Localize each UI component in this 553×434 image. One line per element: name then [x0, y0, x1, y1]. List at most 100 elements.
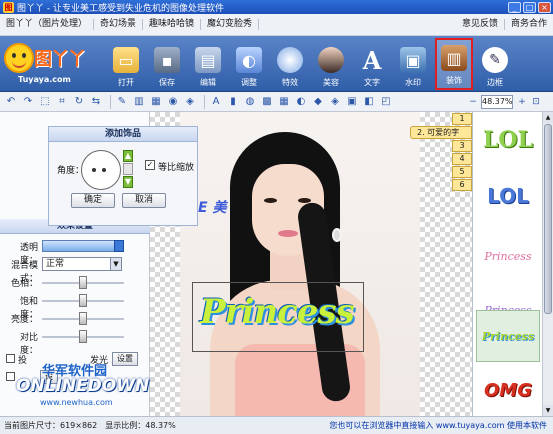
levels-icon[interactable]: ▦ [149, 95, 163, 109]
decoration-item[interactable]: LOL [476, 114, 540, 166]
title-bar: 图 图丫丫 - 让专业美工感受到失业危机的图像处理软件 _ □ × [0, 0, 553, 14]
mosaic-icon[interactable]: ▦ [277, 95, 291, 109]
histogram-icon[interactable]: ▥ [132, 95, 146, 109]
canvas-area[interactable]: E 美 Princess [150, 112, 472, 416]
tool-label: 调整 [241, 78, 257, 87]
adjust-icon: ◐ [236, 47, 262, 73]
app-icon: 图 [3, 1, 14, 13]
tool-watermark-button[interactable]: ▣ 水印 [394, 38, 432, 90]
decoration-item-selected[interactable]: Princess [476, 310, 540, 362]
menu-fantasy-scene[interactable]: 奇幻场景 [94, 19, 144, 30]
blend-mode-select[interactable]: 正常 ▼ [42, 257, 122, 271]
stamp-icon[interactable]: ◧ [362, 95, 376, 109]
decoration-item-text: LOL [482, 127, 534, 153]
photo-image[interactable]: E 美 [180, 112, 420, 416]
tool-adjust-button[interactable]: ◐ 调整 [230, 38, 268, 90]
shape-icon[interactable]: ◆ [311, 95, 325, 109]
keep-ratio-label: 等比缩放 [158, 163, 195, 173]
effect-settings: 透明度： 混合模式： 正常 ▼ 色相： 饱和度： 亮度： 对比度： [0, 237, 150, 356]
decoration-item[interactable]: OMG [476, 364, 540, 416]
tab-cute-words[interactable]: 2. 可爱的字 [410, 126, 472, 139]
site-watermark-logo: 华军软件园 ONLINEDOWN www.newhua.com [10, 360, 149, 412]
tab-1[interactable]: 1 [452, 113, 472, 125]
contrast-thumb[interactable] [79, 330, 87, 343]
tab-3[interactable]: 3 [452, 140, 472, 152]
picture-icon[interactable]: ▣ [345, 95, 359, 109]
zoom-out-icon[interactable]: − [467, 96, 479, 108]
maximize-button[interactable]: □ [523, 1, 536, 13]
princess-decoration[interactable]: Princess [200, 292, 355, 332]
fit-window-icon[interactable]: ⊡ [530, 96, 542, 108]
frame-icon[interactable]: ◰ [379, 95, 393, 109]
decoration-item[interactable]: Princess [476, 230, 540, 282]
scroll-thumb[interactable] [544, 124, 552, 314]
tool-label: 打开 [118, 78, 134, 87]
decoration-list: LOL LOL Princess Princess Princess OMG [472, 112, 542, 416]
menu-business[interactable]: 商务合作 [505, 19, 553, 30]
zoom-in-icon[interactable]: + [516, 96, 528, 108]
saturation-thumb[interactable] [79, 294, 87, 307]
opacity-slider[interactable] [42, 240, 124, 252]
main-toolbar: 图丫丫 Tuyaya.com ▭ 打开 ▪ 保存 ▤ 编辑 ◐ 调整 特效 美容 A 文字… [0, 36, 553, 92]
drop-icon[interactable]: ◈ [328, 95, 342, 109]
select-icon[interactable]: ⬚ [38, 95, 52, 109]
photo-lips [278, 230, 298, 237]
paint-icon[interactable]: ◐ [294, 95, 308, 109]
scroll-up-icon[interactable]: ▲ [543, 112, 553, 123]
sharpen-icon[interactable]: ◈ [183, 95, 197, 109]
scroll-down-icon[interactable]: ▼ [543, 405, 553, 416]
brightness-thumb[interactable] [79, 312, 87, 325]
angle-dial[interactable] [81, 150, 121, 190]
opacity-thumb[interactable] [114, 240, 124, 252]
redo-icon[interactable]: ↷ [21, 95, 35, 109]
smiley-icon [4, 43, 34, 73]
cancel-button[interactable]: 取消 [122, 193, 166, 208]
tool-effect-button[interactable]: 特效 [271, 38, 309, 90]
tool-border-button[interactable]: ✎ 边框 [476, 38, 514, 90]
rotate-up-icon[interactable]: ▲ [123, 150, 133, 162]
menu-tuyaya[interactable]: 图丫丫（图片处理） [0, 19, 95, 30]
minimize-button[interactable]: _ [508, 1, 521, 13]
effect2-icon[interactable]: ◍ [243, 95, 257, 109]
tool-open-button[interactable]: ▭ 打开 [107, 38, 145, 90]
zoom-level[interactable]: 48.37% [481, 95, 513, 109]
chevron-down-icon[interactable]: ▼ [110, 258, 121, 270]
bar-icon[interactable]: ▮ [226, 95, 240, 109]
flip-icon[interactable]: ⇆ [89, 95, 103, 109]
menu-funhouse-mirror[interactable]: 趣味哈哈镜 [143, 19, 202, 30]
decoration-item-text: Princess [481, 329, 535, 343]
brush-icon[interactable]: ✎ [115, 95, 129, 109]
tool-edit-button[interactable]: ▤ 编辑 [189, 38, 227, 90]
tab-4[interactable]: 4 [452, 153, 472, 165]
save-icon: ▪ [154, 47, 180, 73]
decoration-scrollbar[interactable]: ▲ ▼ [542, 112, 553, 416]
contrast-row: 对比度： [0, 327, 150, 356]
keep-ratio-checkbox[interactable]: ✓ [145, 160, 155, 170]
menu-face-change[interactable]: 魔幻变脸秀 [201, 19, 260, 30]
tool-save-button[interactable]: ▪ 保存 [148, 38, 186, 90]
status-hint[interactable]: 您也可以在浏览器中直接输入 www.tuyaya.com 使用本软件 [329, 420, 547, 431]
watermark-en: ONLINEDOWN [16, 376, 150, 396]
tool-label: 装饰 [446, 76, 462, 85]
filter-icon[interactable]: ▩ [260, 95, 274, 109]
close-button[interactable]: × [538, 1, 551, 13]
saturation-row: 饱和度： [0, 291, 150, 320]
hue-thumb[interactable] [79, 276, 87, 289]
tool-text-button[interactable]: A 文字 [353, 38, 391, 90]
rotate-down-icon[interactable]: ▼ [123, 176, 133, 188]
tab-6[interactable]: 6 [452, 179, 472, 191]
rotate-reset-button[interactable] [123, 163, 133, 175]
decoration-item[interactable]: LOL [476, 170, 540, 222]
tool-decoration-button[interactable]: ▥ 装饰 [435, 38, 473, 90]
menu-feedback[interactable]: 意见反馈 [456, 19, 505, 30]
crop-icon[interactable]: ⌗ [55, 95, 69, 109]
ok-button[interactable]: 确定 [71, 193, 115, 208]
status-image-info: 当前图片尺寸：619×862 显示比例：48.37% [4, 421, 176, 430]
color-icon[interactable]: ◉ [166, 95, 180, 109]
tool-beauty-button[interactable]: 美容 [312, 38, 350, 90]
logo-letters: 图丫丫 [34, 49, 86, 70]
undo-icon[interactable]: ↶ [4, 95, 18, 109]
rotate-icon[interactable]: ↻ [72, 95, 86, 109]
text-tool-icon[interactable]: A [209, 95, 223, 109]
tab-5[interactable]: 5 [452, 166, 472, 178]
